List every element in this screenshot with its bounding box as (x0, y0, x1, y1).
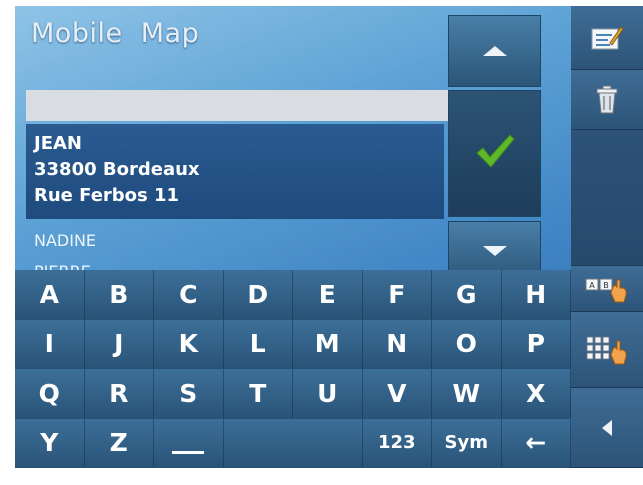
trash-icon (596, 85, 618, 113)
delete-button[interactable] (571, 70, 643, 130)
entry-street: Rue Ferbos 11 (34, 185, 180, 206)
sidebar: A B (571, 6, 643, 468)
on-screen-keyboard: A B C D E F G H I J K L M N O P Q R S T … (15, 270, 571, 468)
arrow-up-icon (482, 46, 507, 56)
app-title: Mobile Map (31, 18, 200, 49)
key-d[interactable]: D (223, 270, 293, 320)
entry-city: 33800 Bordeaux (34, 159, 200, 180)
numeric-keypad-button[interactable] (571, 312, 643, 388)
blank-key (223, 418, 363, 468)
key-c[interactable]: C (154, 270, 224, 320)
key-y[interactable]: Y (15, 418, 85, 468)
key-p[interactable]: P (501, 319, 571, 369)
svg-text:B: B (603, 281, 609, 290)
list-item[interactable]: NADINE (34, 231, 96, 250)
key-m[interactable]: M (293, 319, 363, 369)
selected-entry[interactable]: JEAN 33800 Bordeaux Rue Ferbos 11 (26, 124, 444, 219)
backspace-key[interactable]: ← (501, 418, 571, 468)
key-a[interactable]: A (15, 270, 85, 320)
key-u[interactable]: U (293, 369, 363, 419)
entry-name: JEAN (34, 133, 82, 154)
space-key[interactable] (154, 418, 224, 468)
key-g[interactable]: G (432, 270, 502, 320)
back-icon (602, 419, 612, 436)
symbol-key[interactable]: Sym (432, 418, 502, 468)
key-s[interactable]: S (154, 369, 224, 419)
sidebar-blank-panel (571, 130, 643, 266)
key-n[interactable]: N (362, 319, 432, 369)
ab-keyboard-icon: A B (585, 278, 627, 302)
key-w[interactable]: W (432, 369, 502, 419)
key-h[interactable]: H (501, 270, 571, 320)
numeric-keypad-icon (586, 336, 627, 364)
key-b[interactable]: B (84, 270, 154, 320)
key-r[interactable]: R (84, 369, 154, 419)
device-screen: Mobile Map JEAN 33800 Bordeaux Rue Ferbo… (0, 0, 643, 485)
checkmark-icon (476, 134, 515, 168)
edit-icon (591, 25, 624, 49)
numeric-key[interactable]: 123 (362, 418, 432, 468)
key-i[interactable]: I (15, 319, 85, 369)
scroll-up-button[interactable] (448, 15, 541, 87)
confirm-button[interactable] (448, 90, 541, 217)
key-l[interactable]: L (223, 319, 293, 369)
key-o[interactable]: O (432, 319, 502, 369)
space-icon (172, 451, 205, 455)
svg-text:A: A (589, 281, 595, 290)
key-j[interactable]: J (84, 319, 154, 369)
key-f[interactable]: F (362, 270, 432, 320)
key-k[interactable]: K (154, 319, 224, 369)
key-v[interactable]: V (362, 369, 432, 419)
edit-button[interactable] (571, 6, 643, 70)
key-q[interactable]: Q (15, 369, 85, 419)
key-t[interactable]: T (223, 369, 293, 419)
key-x[interactable]: X (501, 369, 571, 419)
back-button[interactable] (571, 388, 643, 468)
arrow-down-icon (482, 246, 507, 256)
search-input[interactable] (26, 90, 448, 121)
key-z[interactable]: Z (84, 418, 154, 468)
key-e[interactable]: E (293, 270, 363, 320)
alphabet-keyboard-button[interactable]: A B (571, 266, 643, 312)
